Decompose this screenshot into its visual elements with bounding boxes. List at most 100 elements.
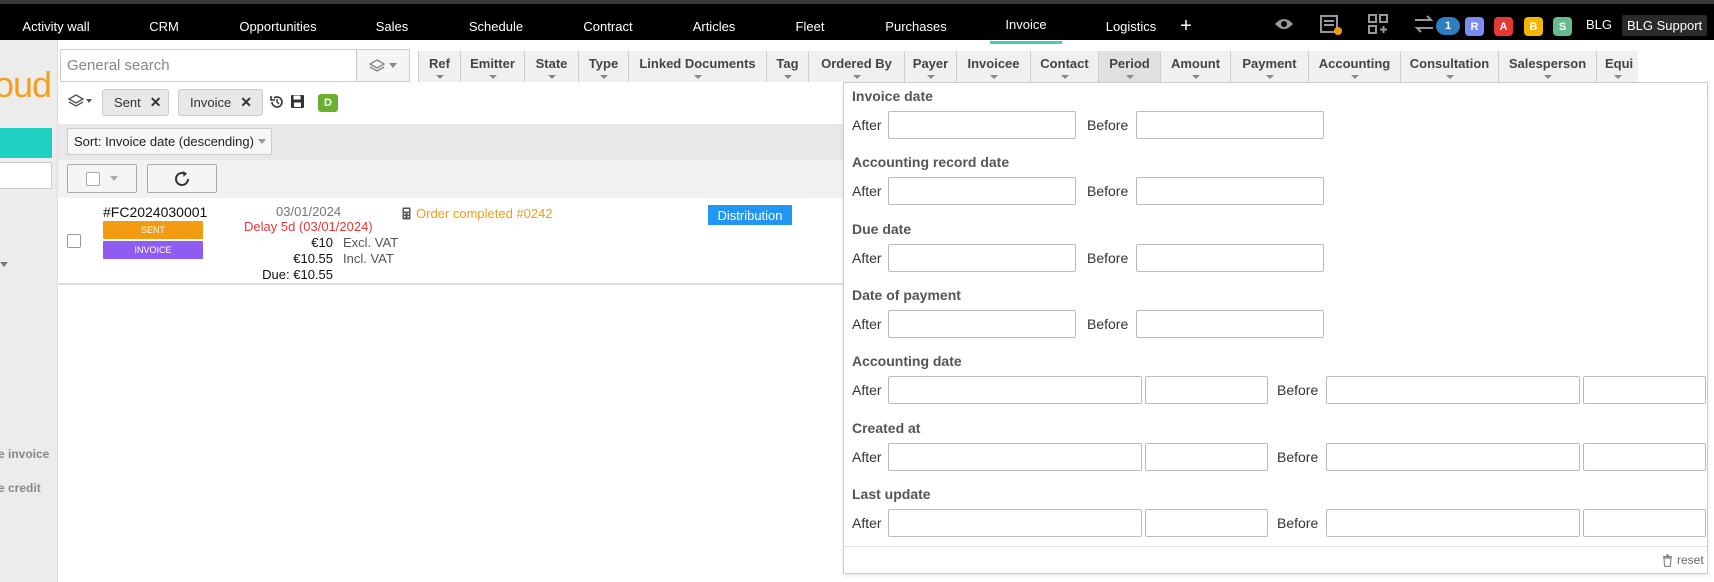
caret-down-icon bbox=[86, 99, 92, 103]
accounting-date-before-date-input[interactable] bbox=[1326, 376, 1580, 404]
col-amount[interactable]: Amount bbox=[1160, 51, 1230, 82]
nav-invoice[interactable]: Invoice bbox=[990, 8, 1062, 44]
before-label: Before bbox=[1087, 250, 1129, 266]
notification-count-badge[interactable]: 1 bbox=[1436, 17, 1460, 35]
nav-logistics[interactable]: Logistics bbox=[1096, 8, 1166, 44]
linked-order-link[interactable]: Order completed #0242 bbox=[416, 206, 553, 221]
nav-articles[interactable]: Articles bbox=[680, 8, 748, 44]
col-invoicee[interactable]: Invoicee bbox=[956, 51, 1030, 82]
search-layers-dropdown[interactable] bbox=[356, 49, 410, 82]
badge-b[interactable]: B bbox=[1524, 17, 1543, 36]
due-date-after-input[interactable] bbox=[888, 244, 1076, 272]
last-update-before-date-input[interactable] bbox=[1326, 509, 1580, 537]
col-payer[interactable]: Payer bbox=[904, 51, 956, 82]
col-ordered-by[interactable]: Ordered By bbox=[808, 51, 904, 82]
sidebar-search-input[interactable] bbox=[0, 162, 52, 189]
payment-date-before-input[interactable] bbox=[1136, 310, 1324, 338]
col-tag[interactable]: Tag bbox=[766, 51, 808, 82]
add-tab-button[interactable]: + bbox=[1176, 8, 1196, 44]
transfer-icon[interactable] bbox=[1412, 4, 1436, 44]
general-search-input[interactable]: General search bbox=[60, 49, 356, 82]
reset-button[interactable]: reset bbox=[1662, 553, 1704, 567]
col-emitter[interactable]: Emitter bbox=[460, 51, 524, 82]
nav-crm[interactable]: CRM bbox=[134, 8, 194, 44]
eye-icon[interactable] bbox=[1272, 4, 1296, 44]
last-update-before-time-input[interactable] bbox=[1583, 509, 1706, 537]
col-contact[interactable]: Contact bbox=[1030, 51, 1098, 82]
refresh-icon bbox=[175, 170, 189, 186]
last-update-after-date-input[interactable] bbox=[888, 509, 1142, 537]
nav-contract[interactable]: Contract bbox=[570, 8, 646, 44]
badge-a[interactable]: A bbox=[1494, 17, 1513, 36]
badge-r[interactable]: R bbox=[1465, 17, 1484, 36]
filter-layers-toggle[interactable] bbox=[68, 94, 92, 108]
sort-label: Sort: Invoice date (descending) bbox=[74, 134, 254, 149]
invoice-ref-link[interactable]: #FC2024030001 bbox=[103, 204, 207, 220]
created-at-after-date-input[interactable] bbox=[888, 443, 1142, 471]
col-salesperson[interactable]: Salesperson bbox=[1498, 51, 1596, 82]
calculator-icon bbox=[402, 207, 411, 223]
accounting-record-date-after-input[interactable] bbox=[888, 177, 1076, 205]
before-label: Before bbox=[1087, 117, 1129, 133]
col-ref[interactable]: Ref bbox=[418, 51, 460, 82]
sort-dropdown[interactable]: Sort: Invoice date (descending) bbox=[67, 128, 272, 155]
col-type[interactable]: Type bbox=[578, 51, 628, 82]
payment-date-after-input[interactable] bbox=[888, 310, 1076, 338]
app-logo: oud bbox=[0, 64, 52, 105]
nav-fleet[interactable]: Fleet bbox=[780, 8, 840, 44]
tag-distribution[interactable]: Distribution bbox=[708, 205, 792, 225]
nav-schedule[interactable]: Schedule bbox=[458, 8, 534, 44]
col-consultation[interactable]: Consultation bbox=[1400, 51, 1498, 82]
filter-chip-invoice[interactable]: Invoice ✕ bbox=[178, 89, 263, 116]
badge-s[interactable]: S bbox=[1553, 17, 1572, 36]
col-state[interactable]: State bbox=[524, 51, 578, 82]
created-at-before-date-input[interactable] bbox=[1326, 443, 1580, 471]
nav-sales[interactable]: Sales bbox=[362, 8, 422, 44]
before-label: Before bbox=[1087, 316, 1129, 332]
apps-add-icon[interactable] bbox=[1366, 4, 1390, 44]
refresh-button[interactable] bbox=[147, 164, 217, 193]
accounting-date-before-time-input[interactable] bbox=[1583, 376, 1706, 404]
section-due-date: Due date bbox=[852, 221, 912, 237]
filter-chip-sent[interactable]: Sent ✕ bbox=[102, 89, 169, 116]
created-at-before-time-input[interactable] bbox=[1583, 443, 1706, 471]
nav-activity-wall[interactable]: Activity wall bbox=[8, 8, 104, 44]
accounting-date-after-date-input[interactable] bbox=[888, 376, 1142, 404]
after-label: After bbox=[852, 250, 882, 266]
close-icon[interactable]: ✕ bbox=[240, 94, 252, 111]
amount-due: Due: €10.55 bbox=[262, 267, 333, 282]
select-all-dropdown[interactable] bbox=[67, 164, 137, 193]
nav-purchases[interactable]: Purchases bbox=[876, 8, 956, 44]
created-at-after-time-input[interactable] bbox=[1145, 443, 1268, 471]
d-badge[interactable]: D bbox=[318, 94, 338, 112]
invoice-date-before-input[interactable] bbox=[1136, 111, 1324, 139]
last-update-after-time-input[interactable] bbox=[1145, 509, 1268, 537]
chip-label: Invoice bbox=[190, 95, 232, 110]
nav-opportunities[interactable]: Opportunities bbox=[230, 8, 326, 44]
new-button[interactable] bbox=[0, 128, 52, 158]
col-equipment[interactable]: Equi bbox=[1596, 51, 1638, 82]
type-tag-invoice: INVOICE bbox=[103, 241, 203, 259]
accounting-date-after-time-input[interactable] bbox=[1145, 376, 1268, 404]
calculator-alert-icon[interactable] bbox=[1318, 4, 1344, 44]
close-icon[interactable]: ✕ bbox=[150, 94, 162, 111]
col-period[interactable]: Period bbox=[1098, 51, 1160, 82]
chip-label: Sent bbox=[114, 95, 141, 110]
chevron-down-icon[interactable] bbox=[0, 262, 8, 267]
col-payment[interactable]: Payment bbox=[1230, 51, 1308, 82]
user-name-button[interactable]: BLG Support bbox=[1622, 15, 1708, 36]
sidebar-link-credit[interactable]: e credit bbox=[0, 481, 41, 495]
row-checkbox[interactable] bbox=[67, 234, 81, 248]
layers-icon bbox=[68, 94, 84, 107]
invoice-date-after-input[interactable] bbox=[888, 111, 1076, 139]
accounting-record-date-before-input[interactable] bbox=[1136, 177, 1324, 205]
save-icon[interactable] bbox=[290, 94, 305, 112]
col-accounting[interactable]: Accounting bbox=[1308, 51, 1400, 82]
user-short-label[interactable]: BLG bbox=[1586, 17, 1612, 32]
search-placeholder: General search bbox=[67, 57, 170, 74]
left-sidebar: oud e invoice e credit bbox=[0, 40, 58, 582]
sidebar-link-invoice[interactable]: e invoice bbox=[0, 447, 49, 461]
due-date-before-input[interactable] bbox=[1136, 244, 1324, 272]
col-linked-documents[interactable]: Linked Documents bbox=[628, 51, 766, 82]
history-icon[interactable] bbox=[269, 94, 285, 113]
